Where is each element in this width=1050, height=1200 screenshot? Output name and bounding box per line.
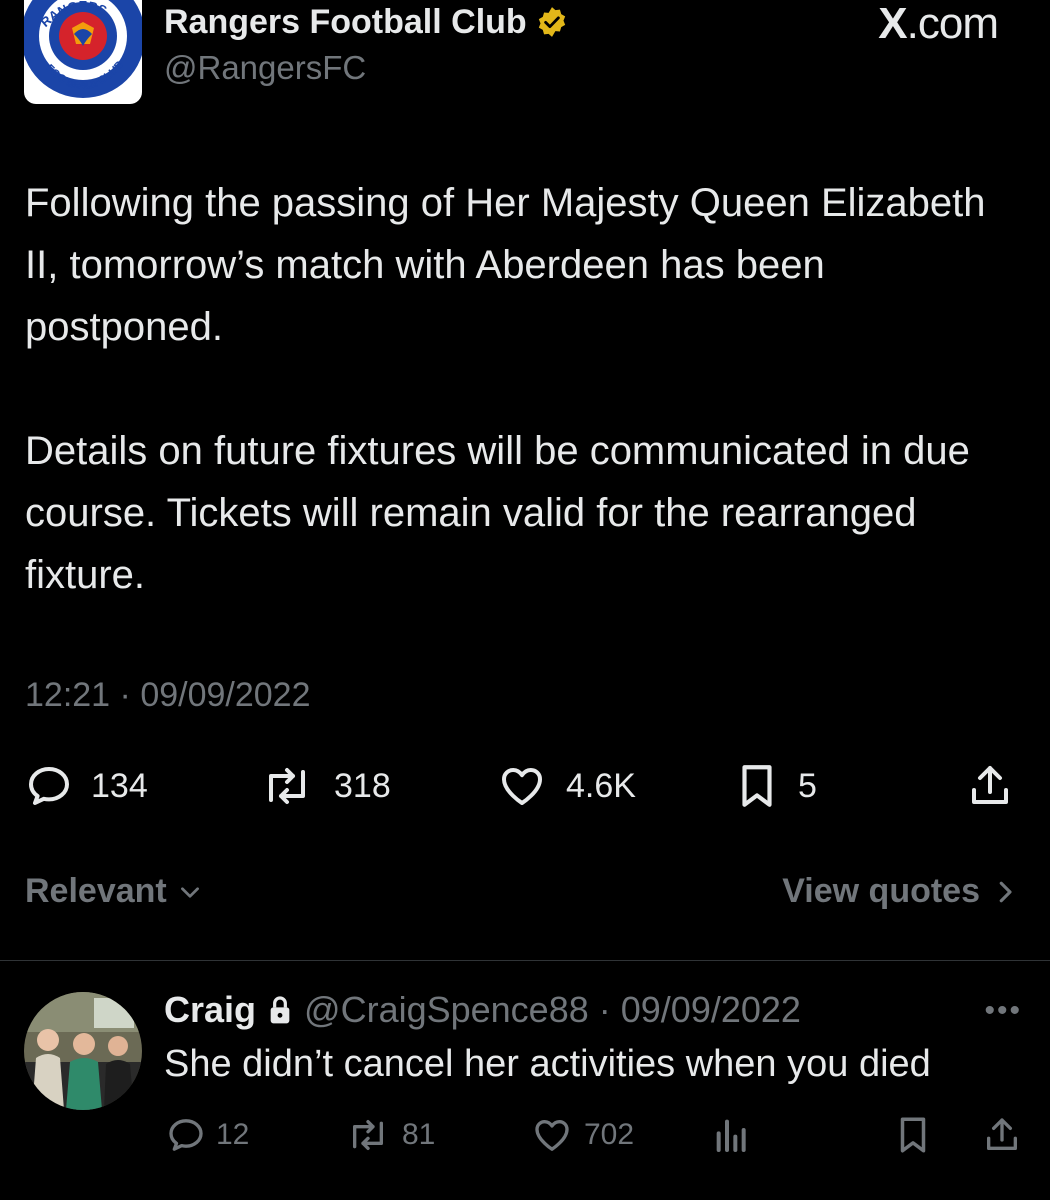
sort-label: Relevant xyxy=(25,872,167,910)
heart-icon xyxy=(535,1120,569,1151)
author-handle[interactable]: @RangersFC xyxy=(164,48,366,88)
share-icon xyxy=(987,1118,1017,1150)
chevron-down-icon xyxy=(180,886,199,898)
tweet-date: 09/09/2022 xyxy=(140,676,311,714)
reply-action-bar: 12 81 702 xyxy=(0,1108,1050,1162)
reply-share-button[interactable] xyxy=(982,1108,1022,1162)
reply-separator: · xyxy=(598,989,611,1030)
reply-header: Craig @CraigSpence88 · 09/09/2022 xyxy=(164,988,801,1032)
author-name-row[interactable]: Rangers Football Club xyxy=(164,0,569,44)
repost-button[interactable]: 318 xyxy=(258,756,391,816)
more-options-icon[interactable]: ••• xyxy=(984,994,1022,1028)
share-icon xyxy=(972,766,1008,804)
timestamp-separator: · xyxy=(119,676,131,714)
x-com-watermark: X.com xyxy=(878,0,999,48)
reply-like-count: 702 xyxy=(584,1118,635,1151)
reply-author-handle[interactable]: @CraigSpence88 xyxy=(304,988,589,1032)
repost-icon xyxy=(269,768,305,804)
tweet-time: 12:21 xyxy=(25,676,111,714)
logo-motto: READY xyxy=(67,79,98,89)
reply-count: 134 xyxy=(91,766,148,805)
svg-text:RANGERS: RANGERS xyxy=(38,0,110,30)
tweet-action-bar: 134 318 4.6K 5 xyxy=(0,756,1050,816)
repost-count: 318 xyxy=(334,766,391,805)
bookmark-count: 5 xyxy=(798,766,817,805)
reply-author-name[interactable]: Craig xyxy=(164,988,256,1032)
author-display-name[interactable]: Rangers Football Club xyxy=(164,0,527,44)
tweet-paragraph: Details on future fixtures will be commu… xyxy=(25,429,970,597)
view-quotes-label: View quotes xyxy=(782,872,980,910)
heart-icon xyxy=(502,768,542,805)
reply-repost-button[interactable]: 81 xyxy=(344,1108,435,1162)
watermark-suffix: .com xyxy=(906,0,999,48)
reply-repost-count: 81 xyxy=(402,1118,436,1151)
reply-avatar[interactable] xyxy=(24,992,142,1110)
bookmark-icon xyxy=(900,1117,926,1153)
logo-top-text: RANGERS xyxy=(38,0,110,30)
like-count: 4.6K xyxy=(566,766,636,805)
reply-bookmark-button[interactable] xyxy=(894,1108,932,1162)
like-button[interactable]: 4.6K xyxy=(496,756,636,816)
view-quotes-link[interactable]: View quotes xyxy=(782,872,1016,911)
lock-icon xyxy=(270,996,290,1024)
reply-sort-dropdown[interactable]: Relevant xyxy=(25,872,203,911)
bookmark-icon xyxy=(742,765,772,807)
reply-text: She didn’t cancel her activities when yo… xyxy=(164,1043,931,1085)
views-icon xyxy=(716,1119,746,1152)
reply-icon xyxy=(169,1119,203,1151)
tweet-text: Following the passing of Her Majesty Que… xyxy=(25,172,1015,606)
x-logo: X xyxy=(878,0,907,48)
tweet-timestamp[interactable]: 12:21 · 09/09/2022 xyxy=(25,674,311,716)
bookmark-button[interactable]: 5 xyxy=(734,756,817,816)
reply-icon xyxy=(29,767,69,805)
verified-badge-icon xyxy=(538,7,565,37)
logo-top-text-layer: RANGERS xyxy=(38,0,110,30)
reply-reply-count: 12 xyxy=(216,1118,250,1151)
chevron-right-icon xyxy=(999,881,1012,902)
reply-button[interactable]: 134 xyxy=(25,756,148,816)
reply-views-button[interactable] xyxy=(712,1108,752,1162)
reply-date[interactable]: 09/09/2022 xyxy=(621,988,801,1032)
reply-reply-button[interactable]: 12 xyxy=(166,1108,249,1162)
tweet-paragraph: Following the passing of Her Majesty Que… xyxy=(25,181,986,349)
reply-like-button[interactable]: 702 xyxy=(530,1108,634,1162)
share-button[interactable] xyxy=(966,756,1014,816)
divider xyxy=(0,960,1050,961)
repost-icon xyxy=(353,1120,384,1150)
